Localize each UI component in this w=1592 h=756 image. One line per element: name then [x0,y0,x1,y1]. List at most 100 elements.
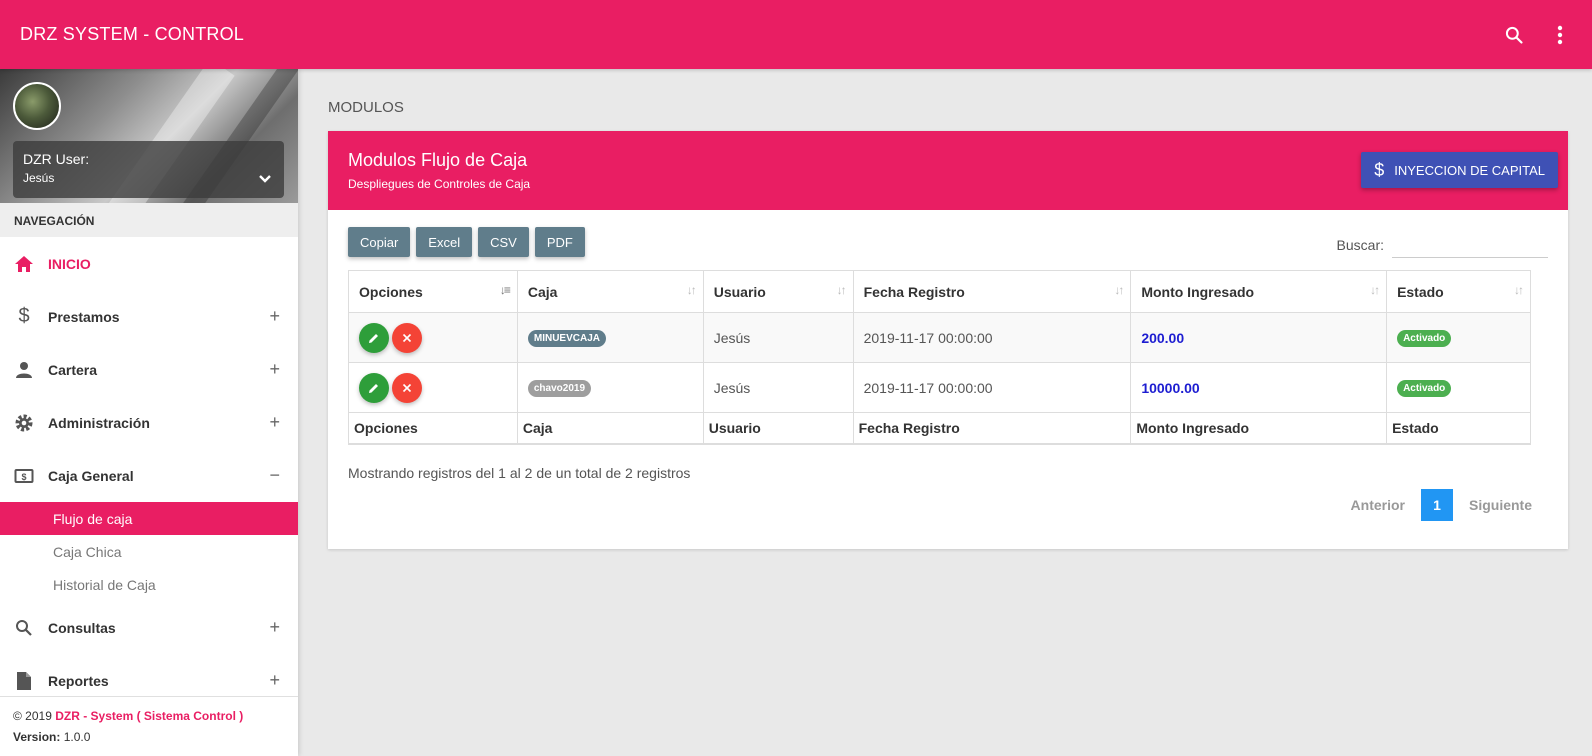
sort-icon: ↓↑ [1370,283,1380,297]
user-info-panel: DZR User: Jesús [0,69,298,203]
nav-header: NAVEGACIÓN [0,203,298,237]
excel-button[interactable]: Excel [416,227,473,257]
svg-text:$: $ [21,472,26,482]
pencil-icon [369,383,378,393]
person-icon [14,360,34,380]
flujo-caja-card: Modulos Flujo de Caja Despliegues de Con… [328,131,1568,549]
pdf-button[interactable]: PDF [534,227,585,257]
footer-label: Usuario [702,412,854,445]
version-value: 1.0.0 [60,730,91,744]
top-navbar: DRZ SYSTEM - CONTROL [0,0,1592,69]
document-icon [14,671,34,691]
dollar-icon: $ [1374,159,1385,180]
column-header-fecha[interactable]: Fecha Registro ↓↑ [852,270,1132,313]
footer-label: Fecha Registro [852,412,1132,445]
status-badge: Activado [1397,380,1452,397]
collapse-toggle[interactable]: − [269,466,280,484]
sidebar-item-inicio[interactable]: INICIO [0,237,298,290]
sidebar-item-label: Prestamos [48,308,120,325]
pagination: Anterior 1 Siguiente [348,488,1538,521]
table-toolbar: Copiar Excel CSV PDF Buscar: [348,225,1548,259]
copyright-text: © 2019 [13,709,56,723]
column-header-estado[interactable]: Estado ↓↑ [1386,270,1531,313]
column-header-label: Caja [527,283,558,300]
search-input[interactable] [1392,232,1548,258]
export-buttons: Copiar Excel CSV PDF [348,227,585,257]
sort-icon: ↓↑ [1514,283,1524,297]
column-header-label: Opciones [359,283,423,300]
expand-toggle[interactable]: + [269,307,280,325]
expand-toggle[interactable]: + [269,618,280,636]
more-vert-icon[interactable] [1548,23,1572,47]
expand-toggle[interactable]: + [269,413,280,431]
table-row: chavo2019 Jesús 2019-11-17 00:00:00 1000… [348,362,1531,413]
sidebar-item-label: Reportes [48,672,109,689]
app-title[interactable]: DRZ SYSTEM - CONTROL [20,24,244,45]
fecha-cell: 2019-11-17 00:00:00 [852,362,1132,413]
search-icon[interactable] [1502,23,1526,47]
csv-button[interactable]: CSV [478,227,529,257]
sidebar-item-consultas[interactable]: Consultas + [0,601,298,654]
sidebar-item-label: Cartera [48,361,98,378]
usuario-cell: Jesús [702,312,854,363]
sidebar-item-label: Consultas [48,619,116,636]
topbar-actions [1502,23,1572,47]
column-header-label: Monto Ingresado [1141,283,1255,300]
pagination-prev[interactable]: Anterior [1345,491,1411,519]
sidebar-subitem-caja-chica[interactable]: Caja Chica [0,535,298,568]
sidebar-subitem-flujo-de-caja[interactable]: Flujo de caja [0,502,298,535]
expand-toggle[interactable]: + [269,360,280,378]
sort-icon: ↓↑ [836,283,847,297]
options-cell [348,312,518,363]
edit-button[interactable] [359,372,389,403]
monto-value: 200.00 [1141,329,1185,346]
search-icon [14,618,34,638]
column-header-opciones[interactable]: Opciones ↓≡ [348,270,518,313]
cash-icon: $ [14,466,34,486]
sidebar-footer: © 2019 DZR - System ( Sistema Control ) … [0,696,298,756]
monto-value: 10000.00 [1141,379,1200,396]
main-content: MODULOS Modulos Flujo de Caja Despliegue… [328,69,1568,549]
brand-link[interactable]: DZR - System ( Sistema Control ) [55,709,243,723]
delete-button[interactable] [392,322,422,353]
sidebar-item-cartera[interactable]: Cartera + [0,343,298,396]
column-header-monto[interactable]: Monto Ingresado ↓↑ [1130,270,1388,313]
flujo-caja-table: Opciones ↓≡ Caja ↓↑ Usuario ↓↑ Fecha Regist… [348,270,1531,445]
options-cell [348,362,518,413]
edit-button[interactable] [359,322,389,353]
card-body: Copiar Excel CSV PDF Buscar: Opciones ↓≡ … [328,210,1568,549]
monto-cell: 10000.00 [1130,362,1388,413]
gear-icon [14,413,34,433]
footer-label: Opciones [348,412,518,445]
column-header-usuario[interactable]: Usuario ↓↑ [702,270,854,313]
sidebar-menu: INICIO $ Prestamos + Cartera + Administr… [0,237,298,707]
caja-cell: MINUEVCAJA [516,312,704,363]
expand-toggle[interactable]: + [269,671,280,689]
sidebar-item-prestamos[interactable]: $ Prestamos + [0,290,298,343]
user-box[interactable]: DZR User: Jesús [13,141,284,198]
table-info: Mostrando registros del 1 al 2 de un tot… [348,464,691,481]
footer-label: Estado [1386,412,1531,445]
inyeccion-capital-button[interactable]: $ INYECCION DE CAPITAL [1361,152,1558,188]
avatar[interactable] [13,82,61,130]
copy-button[interactable]: Copiar [348,227,411,257]
sidebar-item-caja-general[interactable]: $ Caja General − [0,449,298,502]
estado-cell: Activado [1386,312,1531,363]
sidebar-subitem-historial-de-caja[interactable]: Historial de Caja [0,568,298,601]
column-header-caja[interactable]: Caja ↓↑ [516,270,704,313]
pagination-page-1[interactable]: 1 [1420,488,1453,521]
table-row: MINUEVCAJA Jesús 2019-11-17 00:00:00 200… [348,312,1531,363]
footer-label: Caja [516,412,704,445]
chevron-down-icon[interactable] [258,171,272,187]
copyright: © 2019 DZR - System ( Sistema Control ) [13,709,285,723]
sidebar-item-label: Administración [48,414,150,431]
sidebar-item-administracion[interactable]: Administración + [0,396,298,449]
monto-cell: 200.00 [1130,312,1388,363]
capital-button-label: INYECCION DE CAPITAL [1394,162,1545,178]
fecha-cell: 2019-11-17 00:00:00 [852,312,1132,363]
pagination-next[interactable]: Siguiente [1463,491,1538,519]
estado-cell: Activado [1386,362,1531,413]
search-label: Buscar: [1336,237,1384,253]
delete-button[interactable] [392,372,422,403]
card-header: Modulos Flujo de Caja Despliegues de Con… [328,131,1568,210]
